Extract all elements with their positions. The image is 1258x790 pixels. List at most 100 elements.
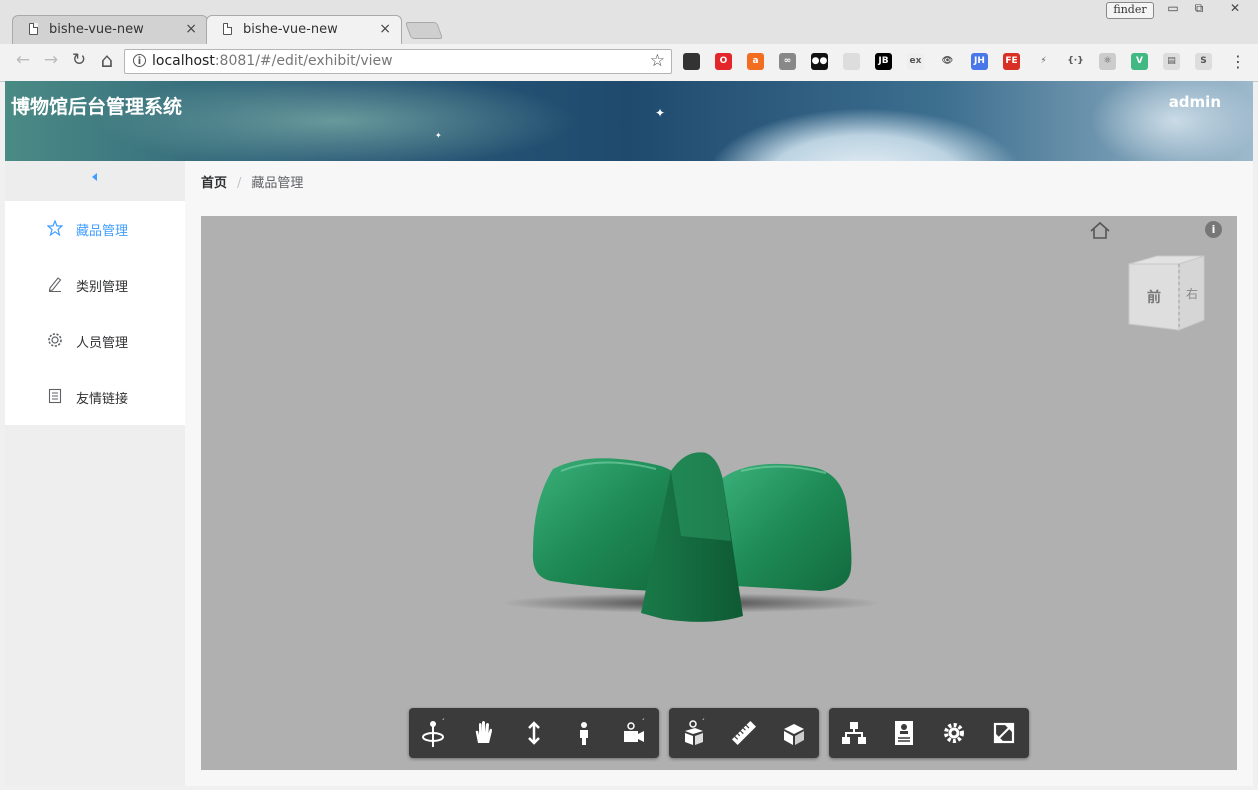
jh-icon[interactable]: JH <box>971 53 988 70</box>
breadcrumb: 首页 / 藏品管理 <box>201 172 303 191</box>
jetbrains-icon[interactable]: JB <box>875 53 892 70</box>
home-icon[interactable]: ⌂ <box>96 48 118 72</box>
minimize-icon[interactable]: ▭ <box>1160 1 1186 17</box>
sidebar-item-links[interactable]: 友情链接 <box>5 369 185 425</box>
viewer-tools-toolbar: ´ <box>669 708 819 758</box>
caret-left-icon <box>92 173 97 181</box>
layout-icon[interactable]: ▤ <box>1163 53 1180 70</box>
zoom-icon <box>528 721 540 745</box>
pan-button[interactable] <box>467 717 501 749</box>
breadcrumb-current: 藏品管理 <box>251 176 304 191</box>
model-browser-button[interactable] <box>837 717 871 749</box>
sidebar-item-categories[interactable]: 类别管理 <box>5 257 185 313</box>
bolt-icon[interactable]: ⚡ <box>1035 53 1052 70</box>
json-icon[interactable]: {·} <box>1067 53 1084 70</box>
edit-icon <box>48 277 62 292</box>
measure-button[interactable] <box>727 717 761 749</box>
sidebar-item-staff[interactable]: 人员管理 <box>5 313 185 369</box>
first-person-button[interactable] <box>567 717 601 749</box>
link-icon[interactable]: ∞ <box>779 53 796 70</box>
svg-text:´: ´ <box>641 717 645 727</box>
forward-icon[interactable]: → <box>40 50 62 70</box>
tab-title: bishe-vue-new <box>243 22 338 37</box>
viewer-navigation-toolbar: ´ ´ <box>409 708 659 758</box>
pan-icon <box>475 721 492 743</box>
breadcrumb-separator: / <box>237 176 242 191</box>
ex-icon[interactable]: ex <box>907 53 924 70</box>
svg-text:´: ´ <box>701 717 705 727</box>
measure-icon <box>731 720 757 746</box>
sidebar-menu: 藏品管理 类别管理 人员管理 友情链接 <box>5 201 185 425</box>
address-bar[interactable]: i localhost:8081/#/edit/exhibit/view ☆ <box>124 49 672 74</box>
sidebar-background <box>5 425 185 786</box>
viewer-settings-toolbar <box>829 708 1029 758</box>
react-icon[interactable]: ⚛ <box>1099 53 1116 70</box>
s-icon[interactable]: S <box>1195 53 1212 70</box>
settings-icon <box>944 723 964 743</box>
orbit-button[interactable]: ´ <box>417 717 451 749</box>
first-person-icon <box>580 722 588 745</box>
tab-close-icon[interactable]: × <box>185 21 197 37</box>
sidebar-item-label: 类别管理 <box>76 280 129 295</box>
model-viewer[interactable]: i 前 右 ´ ´ ´ <box>201 216 1237 770</box>
address-url[interactable]: localhost:8081/#/edit/exhibit/view <box>152 53 393 69</box>
close-window-icon[interactable]: ✕ <box>1218 1 1252 17</box>
browser-tab[interactable]: bishe-vue-new × <box>12 15 208 44</box>
document-icon <box>29 23 38 35</box>
fullscreen-button[interactable] <box>987 717 1021 749</box>
back-icon[interactable]: ← <box>12 50 34 70</box>
camera-button[interactable]: ´ <box>617 717 651 749</box>
viewcube-right-label: 右 <box>1186 286 1198 301</box>
sub-bar <box>5 161 1253 201</box>
site-info-icon[interactable]: i <box>133 54 146 67</box>
model-browser-icon <box>842 722 866 744</box>
user-name[interactable]: admin <box>1169 93 1221 111</box>
info-icon[interactable]: i <box>1205 221 1222 238</box>
vue-icon[interactable]: V <box>1131 53 1148 70</box>
zoom-button[interactable] <box>517 717 551 749</box>
browser-tab-active[interactable]: bishe-vue-new × <box>206 15 402 44</box>
sidebar-item-collections[interactable]: 藏品管理 <box>5 201 185 257</box>
opera-icon[interactable]: O <box>715 53 732 70</box>
sidebar-collapse-button[interactable] <box>5 161 185 201</box>
sidebar-item-label: 藏品管理 <box>76 224 129 239</box>
sparkle-icon: ✦ <box>655 106 666 120</box>
section-icon <box>784 724 804 745</box>
viewcube-home-icon[interactable] <box>1088 221 1112 241</box>
sidebar-item-label: 友情链接 <box>76 392 129 407</box>
sparkle-icon: ✦ <box>435 131 442 140</box>
explode-button[interactable]: ´ <box>677 717 711 749</box>
settings-button[interactable] <box>937 717 971 749</box>
finder-button[interactable]: finder <box>1106 2 1154 19</box>
fullscreen-icon <box>993 722 1015 744</box>
reload-icon[interactable]: ↻ <box>68 50 90 70</box>
viewcube[interactable]: 前 右 <box>1119 252 1209 336</box>
tab-close-icon[interactable]: × <box>379 21 391 37</box>
browser-menu-icon[interactable]: ⋮ <box>1230 52 1246 71</box>
app-root: ✦ ✦ 博物馆后台管理系统 admin 首页 / 藏品管理 藏品管理 类别管理 人员… <box>5 81 1253 786</box>
breadcrumb-home[interactable]: 首页 <box>201 176 227 191</box>
document-icon <box>48 388 62 404</box>
sidebar-item-label: 人员管理 <box>76 336 129 351</box>
lang-icon[interactable]: a <box>747 53 764 70</box>
exhibit-3d-model[interactable] <box>491 441 911 641</box>
new-tab-button[interactable] <box>404 22 444 39</box>
header-banner: ✦ ✦ 博物馆后台管理系统 admin <box>5 81 1253 161</box>
star-icon <box>47 220 63 236</box>
properties-icon <box>895 721 913 745</box>
image-icon[interactable] <box>843 53 860 70</box>
dragon-icon[interactable] <box>683 53 700 70</box>
orbit-icon: ´ <box>422 717 445 747</box>
restore-icon[interactable]: ⧉ <box>1186 1 1212 17</box>
tampermonkey-icon[interactable]: ●● <box>811 53 828 70</box>
viewcube-front-label: 前 <box>1147 289 1161 306</box>
eye-icon[interactable]: 👁 <box>939 53 956 70</box>
svg-text:´: ´ <box>441 717 445 727</box>
camera-icon: ´ <box>624 717 645 742</box>
gear-icon <box>48 333 62 347</box>
bookmark-star-icon[interactable]: ☆ <box>650 51 665 71</box>
fe-icon[interactable]: FE <box>1003 53 1020 70</box>
section-button[interactable] <box>777 717 811 749</box>
document-icon <box>223 23 232 35</box>
properties-button[interactable] <box>887 717 921 749</box>
